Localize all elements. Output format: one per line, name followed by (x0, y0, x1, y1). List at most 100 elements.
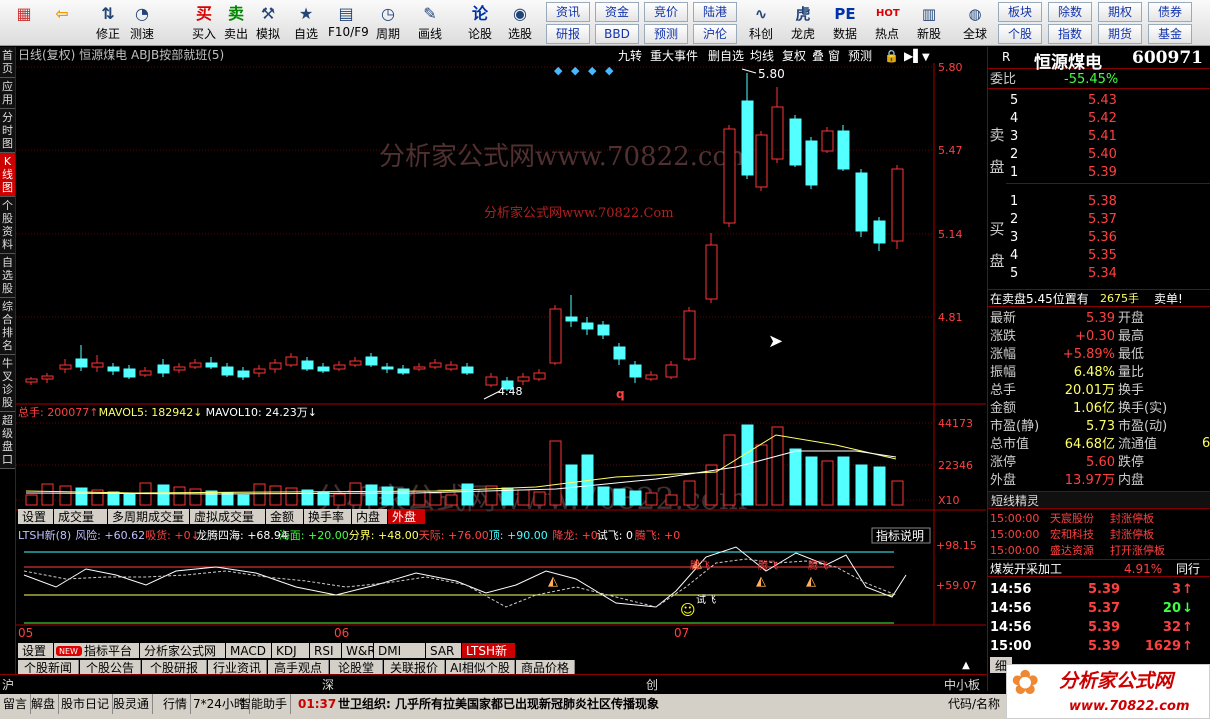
indicator-tab-5[interactable]: 换手率 (304, 509, 351, 524)
toolbar-button-7[interactable]: ★ 自选 (288, 1, 324, 45)
indicator-tab-1[interactable]: 成交量 (54, 509, 107, 524)
toolbar-button2-4[interactable]: ▥ 新股 (910, 1, 948, 45)
news-tab-0[interactable]: 个股新闻 (18, 660, 79, 674)
industry-row[interactable]: 煤炭开采加工 4.91% 同行 (988, 559, 1210, 577)
chart-top-button-5[interactable]: 叠 (812, 49, 824, 63)
bottom-tab-1[interactable]: NEW 指标平台 (54, 643, 139, 658)
quick-link-0-0[interactable]: 资讯 (546, 2, 590, 22)
quick-link-0-3[interactable]: 陆港 (693, 2, 737, 22)
indicator-help-button[interactable]: 指标说明 (871, 527, 931, 544)
chart-top-button-7[interactable]: 预测 (848, 49, 872, 63)
side-tab-8[interactable]: 超级盘口 (0, 412, 15, 469)
bottom-tab-6[interactable]: W&R (342, 643, 376, 658)
bottom-tab-9[interactable]: LTSH新 (462, 643, 515, 658)
news-tab-4[interactable]: 高手观点 (268, 660, 329, 674)
bottom-tab-5[interactable]: RSI (310, 643, 341, 658)
side-tab-4[interactable]: 个股资料 (0, 197, 15, 254)
toolbar-button2-3[interactable]: HOT 热点 (868, 1, 906, 45)
quick-link-1-3[interactable]: 沪伦 (693, 24, 737, 44)
indicator-tab-0[interactable]: 设置 (18, 509, 53, 524)
market-label[interactable]: 创 (646, 676, 658, 693)
chart-svg[interactable]: 日线(复权) 恒源煤电 ABJB按部就班(5) 九转 重大事件 删自选 均线 复权叠窗预测… (16, 47, 986, 660)
news-tab-2[interactable]: 个股研报 (142, 660, 207, 674)
toolbar-button-2[interactable]: ⇅ 修正 (90, 1, 126, 45)
news-ticker[interactable]: 世卫组织: 几乎所有拉美国家都已出现新冠肺炎社区传播现象 (338, 694, 659, 714)
toolbar-button-1[interactable]: ⇦ (44, 1, 80, 45)
code-search[interactable]: 代码/名称 (948, 694, 1000, 714)
toolbar-button2-1[interactable]: 虎龙虎 (784, 1, 822, 45)
toolbar-button-9[interactable]: ◷ 周期 (370, 1, 406, 45)
side-tab-5[interactable]: 自选股 (0, 254, 15, 298)
toolbar-button-3[interactable]: ◔ 测速 (124, 1, 160, 45)
bid-row[interactable]: 1 5.38 (988, 193, 1210, 211)
chart-top-button-2[interactable]: 删自选 (708, 49, 744, 63)
status-item-0[interactable]: 留言 (0, 694, 32, 714)
quick-link2-1-2[interactable]: 期货 (1098, 24, 1142, 44)
ask-row[interactable]: 3 5.41 (988, 128, 1210, 146)
quick-link2-0-3[interactable]: 债券 (1148, 2, 1192, 22)
bottom-tab-7[interactable]: DMI (374, 643, 425, 658)
collapse-icon[interactable]: ▲ (956, 660, 976, 674)
market-right-label[interactable]: 中小板 (944, 676, 980, 693)
bid-row[interactable]: 2 5.37 (988, 211, 1210, 229)
bid-row[interactable]: 5 5.34 (988, 265, 1210, 283)
quick-link-0-1[interactable]: 资金 (595, 2, 639, 22)
bid-row[interactable]: 3 5.36 (988, 229, 1210, 247)
event-diamond-icon[interactable]: ◆ (554, 64, 563, 77)
lock-icon[interactable]: 🔒 (884, 49, 899, 63)
news-tab-7[interactable]: AI相似个股 (446, 660, 515, 674)
toolbar-button-10[interactable]: ✎ 画线 (412, 1, 448, 45)
status-item-2[interactable]: 股市日记 (58, 694, 114, 714)
side-tab-3[interactable]: K线图 (0, 153, 15, 197)
kline-chart-area[interactable]: 日线(复权) 恒源煤电 ABJB按部就班(5) 九转 重大事件 删自选 均线 复权叠窗预测… (16, 47, 986, 660)
toolbar-button-0[interactable]: ▦ (6, 1, 42, 45)
event-diamond-icon[interactable]: ◆ (588, 64, 597, 77)
news-tab-5[interactable]: 论股堂 (330, 660, 383, 674)
indicator-tab-4[interactable]: 金额 (266, 509, 303, 524)
quick-link2-0-0[interactable]: 板块 (998, 2, 1042, 22)
quick-link-1-0[interactable]: 研报 (546, 24, 590, 44)
bottom-tab-8[interactable]: SAR (426, 643, 461, 658)
side-tab-6[interactable]: 综合排名 (0, 298, 15, 355)
ask-row[interactable]: 2 5.40 (988, 146, 1210, 164)
status-item-4[interactable]: 行情 (160, 694, 192, 714)
event-diamond-icon[interactable]: ◆ (571, 64, 580, 77)
short-line-item[interactable]: 15:00:00 天宸股份 封涨停板 (988, 511, 1210, 527)
ask-row[interactable]: 4 5.42 (988, 110, 1210, 128)
toolbar-button2-2[interactable]: PE 数据 (826, 1, 864, 45)
chart-top-button-6[interactable]: 窗 (828, 49, 840, 63)
news-tab-3[interactable]: 行业资讯 (208, 660, 267, 674)
market-label[interactable]: 沪 (2, 676, 14, 693)
quick-link2-0-2[interactable]: 期权 (1098, 2, 1142, 22)
toolbar-button2-5[interactable]: ◍ 全球 (956, 1, 994, 45)
toolbar-button-5[interactable]: 卖卖出 (218, 1, 254, 45)
indicator-tab-6[interactable]: 内盘 (352, 509, 387, 524)
indicator-tab-3[interactable]: 虚拟成交量 (190, 509, 265, 524)
expand-icon[interactable]: ▶▌ (904, 48, 922, 63)
bid-row[interactable]: 4 5.35 (988, 247, 1210, 265)
toolbar-button-4[interactable]: 买买入 (186, 1, 222, 45)
toolbar-button-12[interactable]: ◉ 选股 (502, 1, 538, 45)
quick-link-0-2[interactable]: 竞价 (644, 2, 688, 22)
news-tab-8[interactable]: 商品价格 (516, 660, 575, 674)
ask-row[interactable]: 5 5.43 (988, 92, 1210, 110)
indicator-tab-7[interactable]: 外盘 (388, 509, 425, 524)
side-tab-7[interactable]: 牛叉诊股 (0, 355, 15, 412)
event-diamond-icon[interactable]: ◆ (605, 64, 614, 77)
short-line-item[interactable]: 15:00:00 盛达资源 打开涨停板 (988, 543, 1210, 559)
bottom-tab-4[interactable]: KDJ (272, 643, 309, 658)
quick-link2-0-1[interactable]: 除数 (1048, 2, 1092, 22)
side-tab-1[interactable]: 应用 (0, 78, 15, 109)
toolbar-button-8[interactable]: ▤ F10/F9 (328, 1, 369, 45)
chart-top-button-0[interactable]: 九转 (618, 48, 642, 63)
chart-top-button-1[interactable]: 重大事件 (650, 49, 698, 63)
toolbar-button-6[interactable]: ⚒ 模拟 (250, 1, 286, 45)
bottom-tab-0[interactable]: 设置 (18, 643, 53, 658)
quick-link2-1-3[interactable]: 基金 (1148, 24, 1192, 44)
bottom-tab-2[interactable]: 分析家公式网 (140, 643, 225, 658)
short-line-item[interactable]: 15:00:00 宏和科技 封涨停板 (988, 527, 1210, 543)
indicator-tab-2[interactable]: 多周期成交量 (108, 509, 189, 524)
quick-link-1-2[interactable]: 预测 (644, 24, 688, 44)
quick-link2-1-1[interactable]: 指数 (1048, 24, 1092, 44)
news-tab-1[interactable]: 个股公告 (80, 660, 141, 674)
